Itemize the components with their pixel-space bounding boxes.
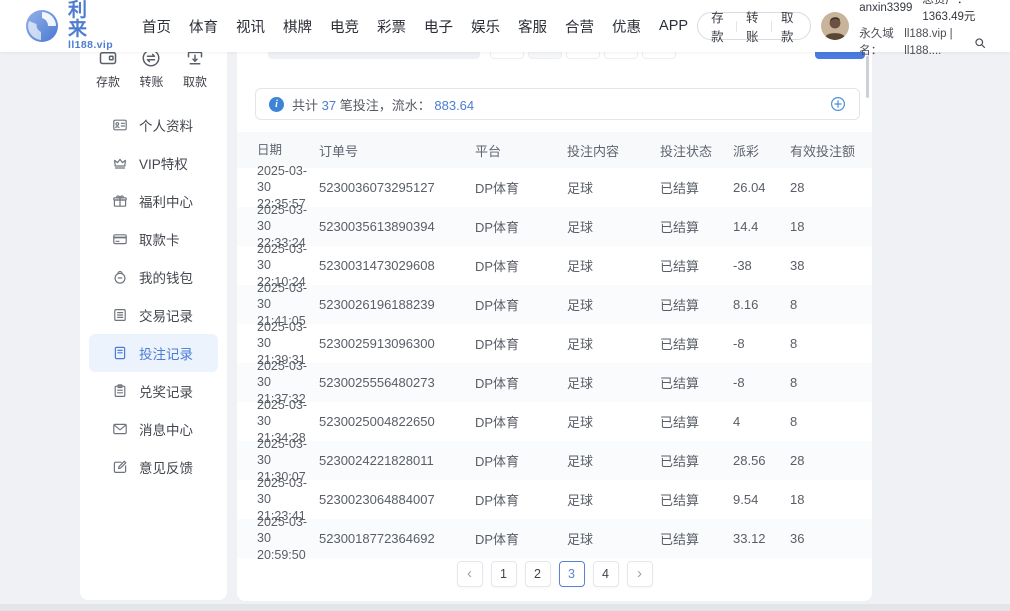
summary-bar: i 共计 37 笔投注，流水： 883.64 [255,88,860,120]
nav-item-service[interactable]: 客服 [509,0,556,52]
plus-circle-icon[interactable] [830,96,846,112]
brand-domain: ll188.vip [68,40,113,51]
quick-withdraw-button[interactable]: 取款 [183,48,207,90]
bet-records-table: 日期 订单号 平台 投注内容 投注状态 派彩 有效投注额 2025-03-302… [237,132,872,558]
deposit-button[interactable]: 存款 [711,7,727,45]
username[interactable]: anxin3399 [859,0,912,17]
table-row: 2025-03-3022:10:24 5230031473029608 DP体育… [237,246,872,285]
sidebar-item-bet-records[interactable]: 投注记录 [89,334,218,372]
col-date: 日期 [257,142,319,158]
envelope-icon [112,421,128,437]
sidebar-item-transactions[interactable]: 交易记录 [80,296,227,334]
sidebar-item-messages[interactable]: 消息中心 [80,410,227,448]
sidebar-item-profile[interactable]: 个人资料 [80,106,227,144]
nav-item-chess[interactable]: 棋牌 [274,0,321,52]
bank-card-icon [112,231,128,247]
info-icon: i [269,97,284,112]
table-row: 2025-03-3021:39:31 5230025913096300 DP体育… [237,324,872,363]
bet-doc-icon [112,345,128,361]
table-row: 2025-03-3022:35:57 5230036073295127 DP体育… [237,168,872,207]
sidebar: 存款 转账 取款 个人资料 [80,30,227,600]
feedback-icon [112,459,128,475]
page-button-2[interactable]: 2 [525,561,551,587]
col-valid: 有效投注额 [790,141,872,160]
purse-icon [112,269,128,285]
nav-item-app[interactable]: APP [650,0,697,52]
col-content: 投注内容 [567,141,660,160]
nav-item-sports[interactable]: 体育 [180,0,227,52]
permanent-domain-value: ll188.vip | ll188.... [904,26,969,61]
permanent-domain-label: 永久域名： [859,26,901,61]
sidebar-item-feedback[interactable]: 意见反馈 [80,448,227,486]
sidebar-item-welfare[interactable]: 福利中心 [80,182,227,220]
nav-item-home[interactable]: 首页 [133,0,180,52]
wallet-actions-pill: 存款 转账 取款 [697,12,811,40]
list-doc-icon [112,307,128,323]
sidebar-menu: 个人资料 VIP特权 福利中心 取款卡 [80,106,227,486]
table-row: 2025-03-3020:59:50 5230018772364692 DP体育… [237,519,872,558]
main-nav: 首页 体育 视讯 棋牌 电竞 彩票 电子 娱乐 客服 合营 优惠 APP [133,0,697,52]
prev-page-button[interactable]: ‹ [457,561,483,587]
nav-item-entertainment[interactable]: 娱乐 [462,0,509,52]
nav-item-slots[interactable]: 电子 [415,0,462,52]
col-platform: 平台 [475,141,567,160]
next-page-button[interactable]: › [627,561,653,587]
withdraw-button[interactable]: 取款 [781,7,797,45]
brand-logo[interactable]: 利来 ll188.vip [24,1,113,52]
page-button-4[interactable]: 4 [593,561,619,587]
table-row: 2025-03-3021:37:32 5230025556480273 DP体育… [237,363,872,402]
table-row: 2025-03-3021:34:28 5230025004822650 DP体育… [237,402,872,441]
transfer-button[interactable]: 转账 [746,7,762,45]
clipboard-icon [112,383,128,399]
id-card-icon [112,117,128,133]
nav-item-promo[interactable]: 优惠 [603,0,650,52]
sidebar-item-vip[interactable]: VIP特权 [80,144,227,182]
crown-icon [112,155,128,171]
search-icon[interactable] [974,37,986,49]
table-row: 2025-03-3022:33:24 5230035613890394 DP体育… [237,207,872,246]
table-row: 2025-03-3021:23:41 5230023064884007 DP体育… [237,480,872,519]
sidebar-item-withdraw-card[interactable]: 取款卡 [80,220,227,258]
col-order: 订单号 [319,141,475,160]
summary-text: 共计 37 笔投注，流水： 883.64 [292,95,474,114]
nav-item-live[interactable]: 视讯 [227,0,274,52]
quick-deposit-button[interactable]: 存款 [96,48,120,90]
scrollbar-thumb[interactable] [866,56,869,98]
col-payout: 派彩 [733,141,790,160]
nav-item-partner[interactable]: 合营 [556,0,603,52]
col-status: 投注状态 [660,141,733,160]
page-button-3-active[interactable]: 3 [559,561,585,587]
nav-item-esports[interactable]: 电竞 [321,0,368,52]
table-row: 2025-03-3021:30:07 5230024221828011 DP体育… [237,441,872,480]
pill-divider [736,21,737,32]
nav-item-lottery[interactable]: 彩票 [368,0,415,52]
footer-strip [0,604,1010,611]
pill-divider [771,21,772,32]
brand-logo-icon [24,8,60,44]
top-bar: 利来 ll188.vip 首页 体育 视讯 棋牌 电竞 彩票 电子 娱乐 客服 … [0,0,1010,52]
sidebar-item-wallet[interactable]: 我的钱包 [80,258,227,296]
gift-icon [112,193,128,209]
brand-name: 利来 [68,1,113,41]
total-assets: 总资产：1363.49元 [922,0,986,26]
page-button-1[interactable]: 1 [491,561,517,587]
table-header-row: 日期 订单号 平台 投注内容 投注状态 派彩 有效投注额 [237,132,872,168]
sidebar-item-redeem-records[interactable]: 兑奖记录 [80,372,227,410]
bet-count: 37 [322,98,336,113]
avatar[interactable] [821,12,849,40]
turnover-value: 883.64 [434,98,474,113]
quick-transfer-button[interactable]: 转账 [139,48,163,90]
table-row: 2025-03-3021:41:05 5230026196188239 DP体育… [237,285,872,324]
bet-records-panel: i 共计 37 笔投注，流水： 883.64 日期 订单号 平台 投注内容 投注… [237,30,872,601]
pagination: ‹ 1 2 3 4 › [237,561,872,587]
